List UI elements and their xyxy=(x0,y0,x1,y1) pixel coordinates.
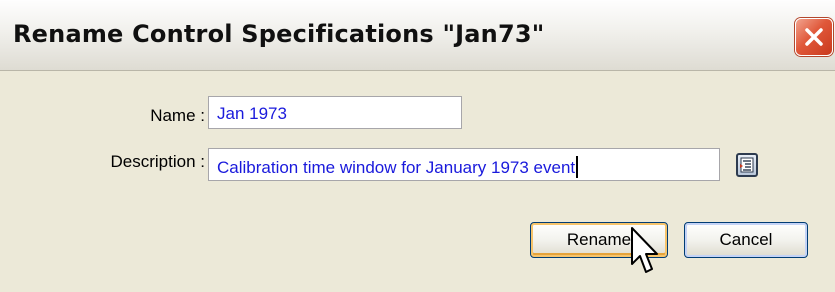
close-x-icon xyxy=(805,28,823,46)
cancel-button[interactable]: Cancel xyxy=(684,222,808,258)
text-editor-icon xyxy=(740,157,754,173)
text-caret xyxy=(576,156,579,178)
name-input-value: Jan 1973 xyxy=(217,104,287,123)
close-button[interactable] xyxy=(795,18,833,56)
name-label: Name : xyxy=(150,106,205,125)
rename-dialog: Rename Control Specifications "Jan73" Na… xyxy=(0,0,835,292)
description-label: Description : xyxy=(110,152,205,171)
text-editor-button[interactable] xyxy=(736,153,758,177)
mouse-pointer-icon xyxy=(631,227,658,273)
dialog-title: Rename Control Specifications "Jan73" xyxy=(13,20,545,48)
description-input[interactable]: Calibration time window for January 1973… xyxy=(208,148,720,181)
name-input[interactable]: Jan 1973 xyxy=(208,96,462,129)
title-bar[interactable]: Rename Control Specifications "Jan73" xyxy=(0,0,835,71)
description-input-value: Calibration time window for January 1973… xyxy=(217,158,576,177)
